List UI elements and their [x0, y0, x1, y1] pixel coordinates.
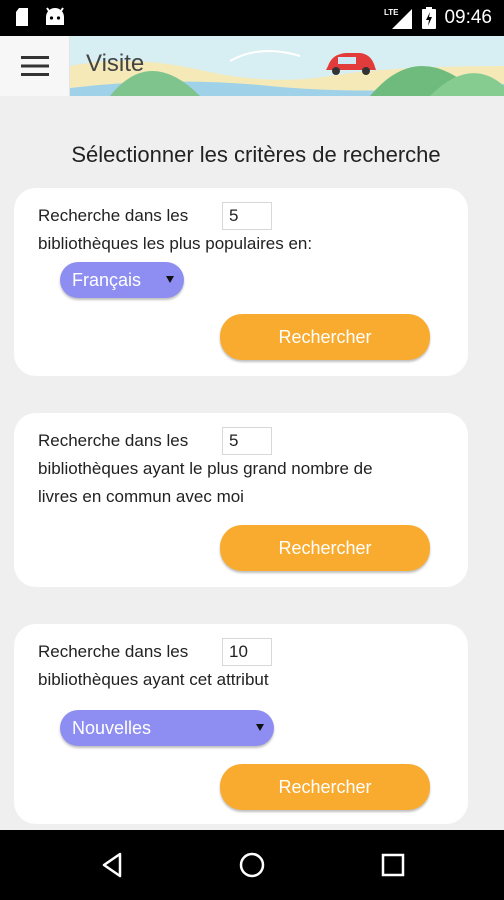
lte-signal-icon: LTE	[384, 8, 413, 29]
page-heading: Sélectionner les critères de recherche	[71, 142, 441, 167]
navigation-bar	[0, 830, 504, 900]
search-card-popular: Recherche dans les bibliothèques les plu…	[14, 188, 468, 376]
search-button[interactable]: Rechercher	[220, 314, 430, 360]
count-input[interactable]: 5	[222, 202, 272, 230]
back-icon	[102, 852, 122, 878]
app-title: Visite	[86, 50, 145, 77]
select-value: Nouvelles	[72, 718, 152, 738]
card-text-prefix: Recherche dans les	[38, 431, 189, 450]
card-text-rest: bibliothèques ayant le plus grand nombre…	[38, 459, 373, 478]
sd-card-icon	[16, 8, 28, 26]
home-button[interactable]	[235, 848, 269, 882]
dropdown-arrow-icon	[256, 724, 264, 731]
card-text-rest: bibliothèques les plus populaires en:	[38, 234, 313, 253]
android-icon	[46, 7, 64, 25]
recents-button[interactable]	[376, 848, 410, 882]
count-input[interactable]: 5	[222, 427, 272, 455]
card-text-rest: livres en commun avec moi	[38, 487, 244, 506]
dropdown-arrow-icon	[166, 276, 174, 283]
search-button[interactable]: Rechercher	[220, 525, 430, 571]
app-bar: Visite	[0, 36, 504, 96]
attribute-select[interactable]: Nouvelles	[60, 710, 274, 746]
search-button[interactable]: Rechercher	[220, 764, 430, 810]
card-text-rest: bibliothèques ayant cet attribut	[38, 670, 269, 689]
menu-button[interactable]	[0, 36, 70, 96]
count-input[interactable]: 10	[222, 638, 272, 666]
status-time: 09:46	[444, 7, 492, 28]
search-card-common-books: Recherche dans les bibliothèques ayant l…	[14, 413, 468, 587]
recents-icon	[381, 853, 405, 877]
battery-icon	[422, 7, 437, 29]
card-text: Recherche dans les bibliothèques ayant l…	[38, 427, 373, 511]
back-button[interactable]	[95, 848, 129, 882]
language-select[interactable]: Français	[60, 262, 184, 298]
search-card-attribute: Recherche dans les bibliothèques ayant c…	[14, 624, 468, 824]
select-value: Français	[72, 270, 142, 290]
home-icon	[239, 852, 265, 878]
svg-text:LTE: LTE	[384, 8, 399, 17]
status-bar: LTE 09:46	[0, 0, 504, 36]
hamburger-menu-icon	[20, 56, 49, 76]
